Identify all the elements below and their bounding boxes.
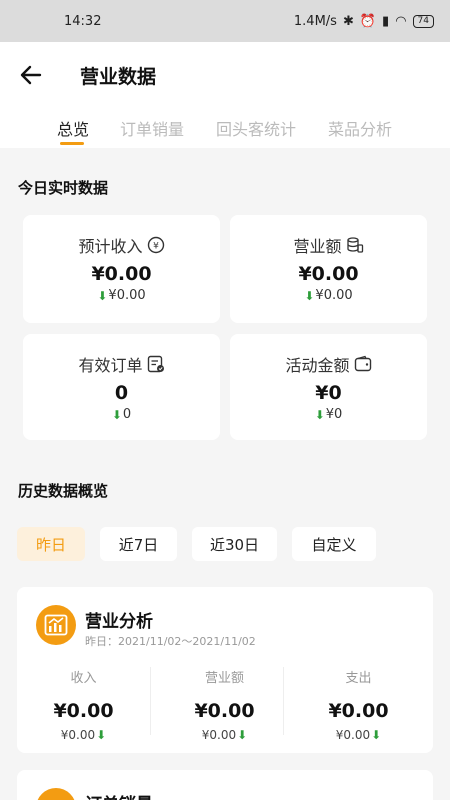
- back-arrow-icon: [20, 65, 42, 85]
- card-label: 预计收入: [78, 237, 143, 256]
- realtime-card-revenue[interactable]: 营业额 ¥0.00 ⬇ ¥0.00: [230, 215, 427, 323]
- card-label: 营业额: [293, 237, 342, 256]
- coin-stack-icon: [346, 237, 363, 253]
- page-title: 营业数据: [80, 66, 157, 88]
- filter-yesterday[interactable]: 昨日: [17, 527, 85, 561]
- analysis-col-expense: 支出 ¥0.00 ¥0.00 ⬇: [292, 667, 425, 742]
- card-value: ¥0: [315, 382, 342, 404]
- col-label: 支出: [345, 671, 372, 686]
- analysis-col-revenue: 营业额 ¥0.00 ¥0.00 ⬇: [158, 667, 291, 742]
- order-check-icon: [147, 355, 164, 373]
- col-delta: ¥0.00: [335, 728, 371, 742]
- col-label: 收入: [70, 671, 97, 686]
- col-delta: ¥0.00: [201, 728, 237, 742]
- status-time: 14:32: [64, 13, 102, 29]
- col-value: ¥0.00: [194, 700, 255, 722]
- divider: [283, 667, 284, 735]
- card-label: 有效订单: [78, 356, 143, 375]
- down-arrow-icon: ⬇: [314, 407, 325, 422]
- battery-icon: 74: [412, 14, 434, 28]
- bar-chart-svg: [44, 614, 68, 636]
- yen-coin-icon: ¥: [147, 236, 164, 254]
- col-delta: ¥0.00: [60, 728, 96, 742]
- realtime-card-expected-income[interactable]: 预计收入 ¥ ¥0.00 ⬇ ¥0.00: [23, 215, 220, 323]
- net-speed: 1.4M/s: [293, 13, 337, 29]
- bluetooth-icon: ✱: [342, 13, 354, 29]
- card-delta: ¥0.00: [315, 288, 353, 303]
- order-sales-title: 订单销量: [85, 790, 153, 800]
- filter-last-7-days[interactable]: 近7日: [100, 527, 177, 561]
- down-arrow-icon: ⬇: [96, 728, 107, 742]
- down-arrow-icon: ⬇: [97, 288, 108, 303]
- realtime-card-promo-amount[interactable]: 活动金额 ¥0 ⬇ ¥0: [230, 334, 427, 440]
- tab-dish-analysis[interactable]: 菜品分析: [328, 116, 392, 140]
- tab-returning-customers[interactable]: 回头客统计: [216, 116, 296, 140]
- svg-text:¥: ¥: [153, 242, 159, 252]
- down-arrow-icon: ⬇: [237, 728, 248, 742]
- analysis-title: 营业分析: [85, 612, 153, 632]
- card-value: ¥0.00: [298, 263, 359, 285]
- status-icons: 1.4M/s ✱ ⏰ ▮ ◠ 74: [294, 14, 434, 29]
- realtime-card-valid-orders[interactable]: 有效订单 0 ⬇ 0: [23, 334, 220, 440]
- active-tab-indicator: [60, 142, 84, 145]
- col-value: ¥0.00: [328, 700, 389, 722]
- status-bar: 14:32 1.4M/s ✱ ⏰ ▮ ◠ 74: [0, 0, 450, 42]
- analysis-date-range: 昨日：2021/11/02～2021/11/02: [85, 635, 256, 648]
- alarm-icon: ⏰: [359, 13, 377, 29]
- order-sales-card[interactable]: 订单销量: [17, 770, 433, 800]
- filter-custom[interactable]: 自定义: [292, 527, 376, 561]
- wallet-icon: [354, 355, 371, 372]
- analysis-col-income: 收入 ¥0.00 ¥0.00 ⬇: [17, 667, 150, 742]
- col-label: 营业额: [204, 671, 244, 686]
- down-arrow-icon: ⬇: [371, 728, 382, 742]
- card-delta: ¥0: [325, 407, 343, 422]
- card-delta: 0: [122, 407, 132, 422]
- tab-bar: 总览 订单销量 回头客统计 菜品分析: [0, 114, 450, 148]
- col-value: ¥0.00: [53, 700, 114, 722]
- signal-icon: ▮: [382, 13, 390, 29]
- card-label: 活动金额: [285, 356, 350, 375]
- order-sales-icon: [36, 788, 76, 800]
- card-delta: ¥0.00: [108, 288, 146, 303]
- back-button[interactable]: [16, 60, 46, 90]
- filter-last-30-days[interactable]: 近30日: [192, 527, 277, 561]
- header: 营业数据 总览 订单销量 回头客统计 菜品分析: [0, 42, 450, 148]
- realtime-section-title: 今日实时数据: [18, 179, 109, 197]
- wifi-icon: ◠: [395, 13, 407, 29]
- card-value: 0: [114, 382, 129, 404]
- card-value: ¥0.00: [91, 263, 152, 285]
- down-arrow-icon: ⬇: [111, 407, 122, 422]
- history-section-title: 历史数据概览: [18, 482, 109, 500]
- divider: [150, 667, 151, 735]
- business-analysis-card[interactable]: 营业分析 昨日：2021/11/02～2021/11/02 收入 ¥0.00 ¥…: [17, 587, 433, 753]
- tab-order-sales[interactable]: 订单销量: [120, 116, 184, 140]
- down-arrow-icon: ⬇: [304, 288, 315, 303]
- tab-overview[interactable]: 总览: [57, 116, 89, 140]
- bar-chart-icon: [36, 605, 76, 645]
